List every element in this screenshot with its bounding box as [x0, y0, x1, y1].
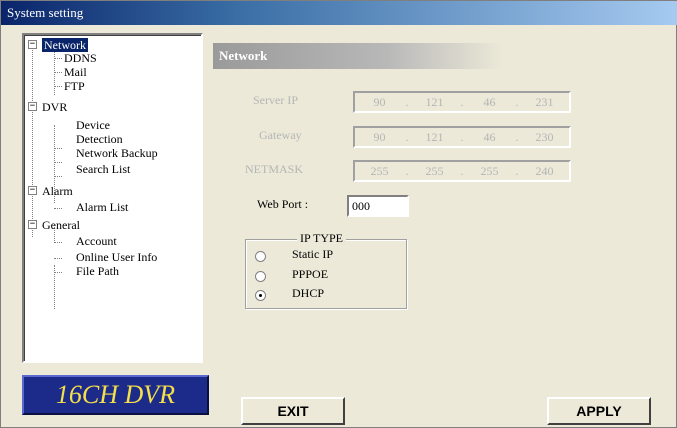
system-setting-window: System setting − Network DDNS Mail FTP −…	[0, 0, 677, 428]
gateway-field: 90. 121. 46. 230	[353, 126, 571, 148]
netmask-label: NETMASK	[245, 162, 304, 176]
panel-title: Network	[213, 43, 503, 69]
product-logo: 16CH DVR	[22, 375, 209, 415]
tree-item-online-user-info[interactable]: Online User Info	[76, 250, 157, 264]
collapse-general-icon[interactable]: −	[28, 220, 37, 229]
static-ip-radio[interactable]	[255, 251, 266, 262]
server-ip-label: Server IP	[253, 93, 298, 107]
tree-item-device[interactable]: Device	[76, 118, 110, 132]
window-title: System setting	[1, 1, 677, 25]
tree-item-alarm-list[interactable]: Alarm List	[76, 200, 128, 214]
apply-button[interactable]: APPLY	[547, 397, 651, 425]
settings-tree[interactable]: − Network DDNS Mail FTP − DVR Device Det…	[22, 33, 203, 363]
pppoe-radio[interactable]	[255, 271, 266, 282]
pppoe-label[interactable]: PPPOE	[292, 267, 328, 282]
tree-item-network-backup[interactable]: Network Backup	[76, 146, 158, 160]
tree-item-ddns[interactable]: DDNS	[64, 51, 97, 65]
tree-item-general[interactable]: General	[42, 218, 80, 232]
tree-item-dvr[interactable]: DVR	[42, 100, 67, 114]
tree-item-detection[interactable]: Detection	[76, 132, 123, 146]
collapse-alarm-icon[interactable]: −	[28, 186, 37, 195]
tree-item-account[interactable]: Account	[76, 234, 117, 248]
tree-item-alarm[interactable]: Alarm	[42, 184, 73, 198]
gateway-label: Gateway	[259, 128, 302, 142]
dhcp-label[interactable]: DHCP	[292, 286, 324, 301]
tree-connector	[32, 45, 33, 237]
tree-item-search-list[interactable]: Search List	[76, 162, 130, 176]
server-ip-field: 90. 121. 46. 231	[353, 91, 571, 113]
web-port-input[interactable]: 000	[347, 195, 409, 217]
netmask-field: 255. 255. 255. 240	[353, 160, 571, 182]
web-port-label: Web Port :	[257, 197, 309, 211]
collapse-dvr-icon[interactable]: −	[28, 102, 37, 111]
tree-item-mail[interactable]: Mail	[64, 65, 87, 79]
exit-button[interactable]: EXIT	[241, 397, 345, 425]
collapse-network-icon[interactable]: −	[28, 40, 37, 49]
ip-type-legend: IP TYPE	[297, 231, 347, 245]
tree-item-file-path[interactable]: File Path	[76, 264, 119, 278]
dhcp-radio[interactable]	[255, 290, 266, 301]
tree-item-ftp[interactable]: FTP	[64, 79, 85, 93]
static-ip-label[interactable]: Static IP	[292, 247, 333, 262]
tree-item-network[interactable]: Network	[42, 38, 88, 52]
